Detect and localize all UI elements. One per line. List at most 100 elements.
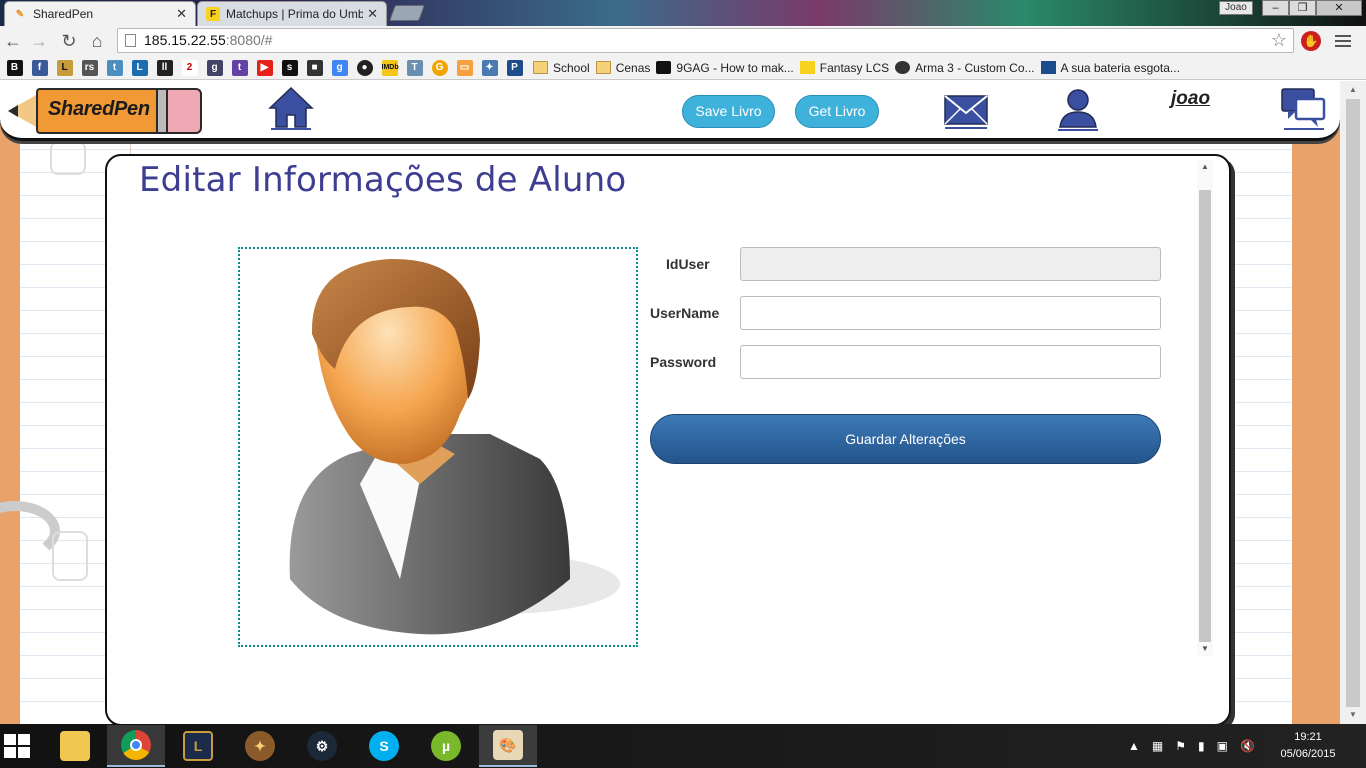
username-field[interactable] xyxy=(740,296,1161,330)
bars-icon[interactable]: ll xyxy=(156,59,173,76)
tz-icon[interactable]: T xyxy=(406,59,423,76)
tab-sharedpen[interactable]: ✎ SharedPen ✕ xyxy=(4,1,196,26)
folder-icon xyxy=(595,61,611,74)
mail-icon[interactable] xyxy=(943,93,989,131)
windows-taskbar: L ✦ ⚙ S µ 🎨 ▲ ▦ ⚑ ▮ ▣ 🔇 19:21 05/06/2015 xyxy=(0,724,1366,768)
shield-icon[interactable]: ✦ xyxy=(481,59,498,76)
file-explorer-icon[interactable] xyxy=(46,725,104,767)
get-livro-button[interactable]: Get Livro xyxy=(795,95,879,128)
pencil-icon: ✎ xyxy=(15,8,25,20)
volume-muted-icon[interactable]: 🔇 xyxy=(1240,739,1255,753)
home-icon[interactable] xyxy=(268,85,314,131)
scroll-up-icon[interactable]: ▲ xyxy=(1340,83,1366,97)
close-window-button[interactable]: ✕ xyxy=(1316,0,1362,16)
bookmark-b-icon[interactable]: B xyxy=(6,59,23,76)
bookmark-label: A sua bateria esgota... xyxy=(1060,60,1180,75)
steam-icon[interactable]: ⚙ xyxy=(293,725,351,767)
paper-decoration xyxy=(52,531,88,581)
steam-icon[interactable]: s xyxy=(281,59,298,76)
minimize-button[interactable]: – xyxy=(1262,0,1289,16)
imdb-icon[interactable]: IMDb xyxy=(381,59,399,76)
utorrent-icon[interactable]: µ xyxy=(417,725,475,767)
game-icon[interactable]: g xyxy=(206,59,223,76)
league-client-icon[interactable]: L xyxy=(169,725,227,767)
username-label: UserName xyxy=(650,305,720,321)
bookmark-orange-icon[interactable]: ▭ xyxy=(456,59,473,76)
username-link[interactable]: joao xyxy=(1171,88,1210,110)
reload-icon[interactable]: ↻ xyxy=(58,30,80,52)
scroll-down-icon[interactable]: ▼ xyxy=(1340,708,1366,722)
tweetdeck-icon[interactable]: t xyxy=(106,59,123,76)
new-tab-button[interactable] xyxy=(389,5,425,21)
bookmark-arma3[interactable]: Arma 3 - Custom Co... xyxy=(895,61,1035,75)
password-field[interactable] xyxy=(740,345,1161,379)
network-icon[interactable]: ▦ xyxy=(1152,739,1163,753)
bookmark-fantasy-lcs[interactable]: Fantasy LCS xyxy=(799,60,890,75)
user-profile-icon[interactable] xyxy=(1054,87,1102,133)
home-icon[interactable]: ⌂ xyxy=(86,30,108,52)
iduser-field[interactable] xyxy=(740,247,1161,281)
google-icon[interactable]: g xyxy=(331,59,348,76)
scroll-up-icon[interactable]: ▲ xyxy=(1197,160,1213,174)
bookmark-dark-icon[interactable]: ■ xyxy=(306,59,323,76)
maximize-button[interactable]: ❐ xyxy=(1289,0,1316,16)
scroll-down-icon[interactable]: ▼ xyxy=(1197,642,1213,656)
scrollbar-thumb[interactable] xyxy=(1199,190,1211,642)
bookmark-label: Fantasy LCS xyxy=(819,60,890,75)
close-tab-icon[interactable]: ✕ xyxy=(176,6,187,22)
chat-icon[interactable] xyxy=(1280,85,1328,131)
page-viewport: SharedPen Save Livro Get Livro joao Edit… xyxy=(0,81,1340,724)
logo-text: SharedPen xyxy=(48,98,150,120)
facebook-icon[interactable]: f xyxy=(31,59,48,76)
pencil-eraser xyxy=(164,88,202,134)
iduser-label: IdUser xyxy=(666,256,710,272)
profile-badge[interactable]: Joao xyxy=(1219,1,1253,15)
display-icon[interactable]: ▣ xyxy=(1217,739,1228,753)
menu-icon[interactable] xyxy=(1335,32,1351,48)
bookmark-label: Cenas xyxy=(615,60,651,75)
paper-decoration xyxy=(50,141,86,175)
rs-icon[interactable]: rs xyxy=(81,59,98,76)
league-icon[interactable]: L xyxy=(56,59,73,76)
chrome-icon[interactable] xyxy=(107,725,165,767)
two-icon[interactable]: 2 xyxy=(181,59,198,76)
browser-tab-strip: ✎ SharedPen ✕ F Matchups | Prima do Umb … xyxy=(0,0,1366,26)
forward-icon[interactable]: → xyxy=(28,30,50,52)
adblock-extension-icon[interactable]: ✋ xyxy=(1301,31,1321,51)
skype-icon[interactable]: S xyxy=(355,725,413,767)
bookmark-9gag[interactable]: 9GAG - How to mak... xyxy=(656,61,794,75)
show-hidden-icons[interactable]: ▲ xyxy=(1128,739,1140,753)
save-livro-button[interactable]: Save Livro xyxy=(682,95,775,128)
tab-matchups[interactable]: F Matchups | Prima do Umb ✕ xyxy=(197,1,387,26)
profile-photo[interactable] xyxy=(238,247,638,647)
panel-scrollbar[interactable]: ▲ ▼ xyxy=(1197,160,1213,656)
battery-icon[interactable]: ▮ xyxy=(1198,739,1205,753)
windows-start-icon[interactable] xyxy=(4,734,30,758)
password-label: Password xyxy=(650,354,717,370)
g-orange-icon[interactable]: G xyxy=(431,59,448,76)
flag-icon[interactable]: ⚑ xyxy=(1175,739,1186,753)
edit-student-panel: Editar Informações de Aluno IdUser UserN… xyxy=(105,154,1231,724)
address-bar[interactable]: 185.15.22.55:8080/# ☆ xyxy=(117,28,1294,53)
save-changes-button[interactable]: Guardar Alterações xyxy=(650,414,1161,464)
back-icon[interactable]: ← xyxy=(2,30,24,52)
close-tab-icon[interactable]: ✕ xyxy=(367,6,378,22)
bookmark-blue-icon[interactable]: L xyxy=(131,59,148,76)
hearthstone-icon[interactable]: ✦ xyxy=(231,725,289,767)
bookmark-folder-cenas[interactable]: Cenas xyxy=(595,60,651,75)
bookmark-star-icon[interactable]: ☆ xyxy=(1271,29,1287,52)
taskbar-clock[interactable]: 19:21 05/06/2015 xyxy=(1280,729,1336,763)
twitch-icon[interactable]: t xyxy=(231,59,248,76)
circle-icon[interactable]: ● xyxy=(356,59,373,76)
bookmark-folder-school[interactable]: School xyxy=(533,61,590,75)
url-host: 185.15.22.55 xyxy=(144,32,226,48)
p-icon[interactable]: P xyxy=(506,59,523,76)
bookmark-bateria[interactable]: A sua bateria esgota... xyxy=(1040,60,1180,75)
url-path: :8080/# xyxy=(225,32,273,48)
youtube-icon[interactable]: ▶ xyxy=(256,59,273,76)
paint-icon[interactable]: 🎨 xyxy=(479,725,537,767)
scrollbar-thumb[interactable] xyxy=(1346,99,1360,707)
biohazard-icon xyxy=(895,61,911,74)
page-scrollbar[interactable]: ▲ ▼ xyxy=(1340,81,1366,724)
sharedpen-logo[interactable]: SharedPen xyxy=(8,88,202,134)
